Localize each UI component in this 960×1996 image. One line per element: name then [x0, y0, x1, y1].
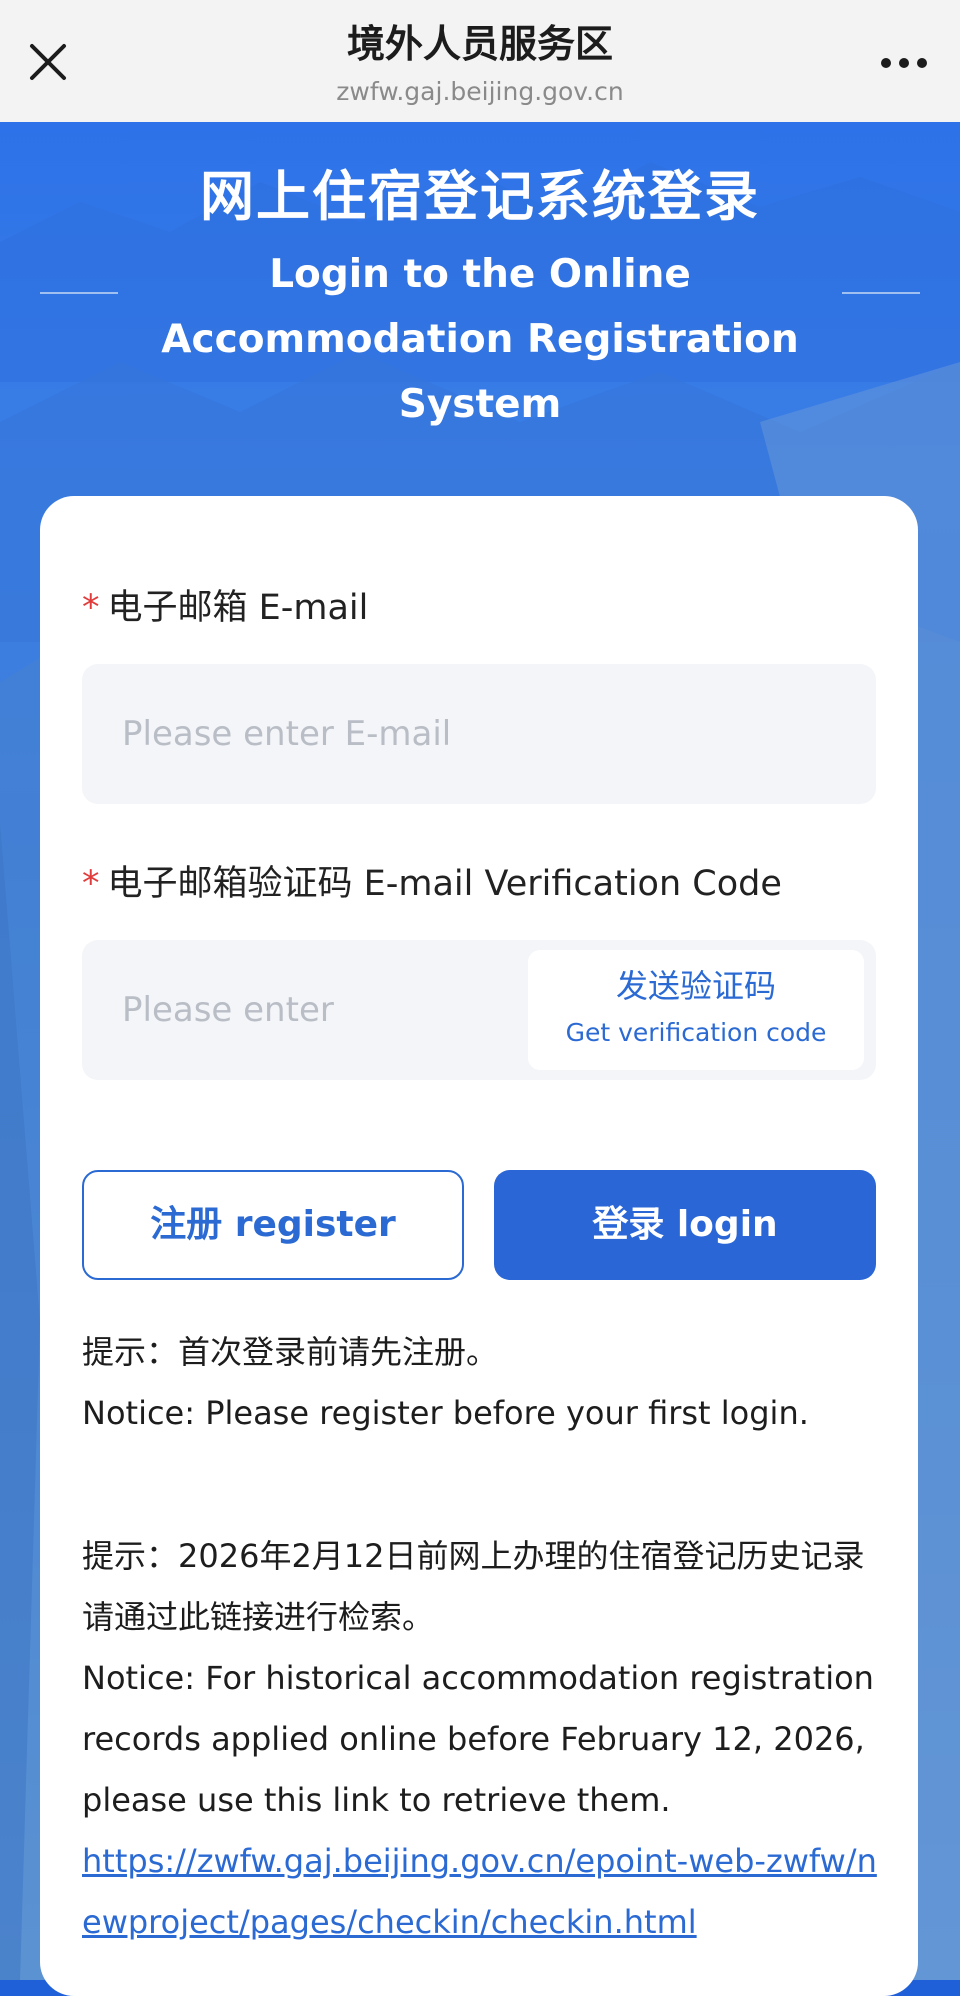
email-field-label: * 电子邮箱 E-mail	[82, 584, 368, 632]
verification-code-input[interactable]	[82, 940, 522, 1080]
notice2-chinese: 提示：2026年2月12日前网上办理的住宿登记历史记录请通过此链接进行检索。	[82, 1537, 865, 1636]
required-mark: *	[82, 588, 100, 628]
login-card: *电子邮箱 E-mail *电子邮箱验证码 E-mail Verificatio…	[40, 496, 918, 1996]
required-mark: *	[82, 864, 100, 904]
history-records-link[interactable]: https://zwfw.gaj.beijing.gov.cn/epoint-w…	[82, 1842, 877, 1941]
title-block: 境外人员服务区 zwfw.gaj.beijing.gov.cn	[0, 18, 960, 110]
notice-history-records: 提示：2026年2月12日前网上办理的住宿登记历史记录请通过此链接进行检索。 N…	[82, 1526, 882, 1953]
email-field	[82, 664, 876, 804]
notice-first-login: 提示：首次登录前请先注册。 Notice: Please register be…	[82, 1322, 882, 1444]
code-label-text: 电子邮箱验证码 E-mail Verification Code	[107, 864, 782, 904]
login-button[interactable]: 登录 login	[494, 1170, 876, 1280]
notice1-english: Notice: Please register before your firs…	[82, 1394, 809, 1432]
more-options-icon[interactable]	[878, 48, 930, 78]
register-button[interactable]: 注册 register	[82, 1170, 464, 1280]
email-input[interactable]	[82, 664, 876, 804]
send-code-label-en: Get verification code	[565, 1018, 827, 1047]
verification-code-label: * 电子邮箱验证码 E-mail Verification Code	[82, 860, 782, 908]
get-verification-code-button[interactable]: 发送验证码 Get verification code	[528, 950, 864, 1070]
notice2-english: Notice: For historical accommodation reg…	[82, 1659, 874, 1819]
send-code-label-cn: 发送验证码	[615, 967, 776, 1005]
page-title: 境外人员服务区	[346, 22, 613, 66]
hero-title-chinese: 网上住宿登记系统登录	[200, 165, 760, 228]
page-url: zwfw.gaj.beijing.gov.cn	[336, 77, 624, 106]
verification-code-field: 发送验证码 Get verification code	[82, 940, 876, 1080]
notice1-chinese: 提示：首次登录前请先注册。	[82, 1333, 499, 1371]
hero-title-english: Login to the Online Accommodation Regist…	[161, 252, 799, 427]
decorative-line-left	[40, 292, 118, 294]
email-label-text: 电子邮箱 E-mail	[107, 588, 369, 628]
top-navigation-bar: 境外人员服务区 zwfw.gaj.beijing.gov.cn	[0, 0, 960, 122]
decorative-line-right	[842, 292, 920, 294]
